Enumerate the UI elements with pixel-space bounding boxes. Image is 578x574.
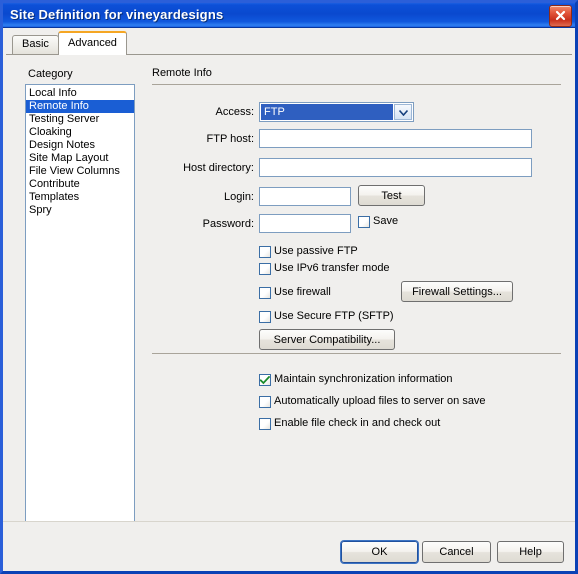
save-password-label: Save (373, 215, 399, 227)
login-label: Login: (224, 191, 254, 203)
category-item-design-notes[interactable]: Design Notes (26, 139, 134, 152)
firewall-settings-button[interactable]: Firewall Settings... (401, 281, 513, 302)
checkbox-box (259, 263, 271, 275)
check-in-out-label: Enable file check in and check out (274, 417, 441, 429)
category-item-spry[interactable]: Spry (26, 204, 134, 217)
login-input[interactable] (259, 187, 351, 206)
dialog-footer: OK Cancel Help (3, 522, 575, 571)
ftp-host-input[interactable] (259, 129, 532, 148)
title-bar[interactable]: Site Definition for vineyardesigns (3, 3, 575, 28)
checkbox-box (259, 246, 271, 258)
category-list[interactable]: Local Info Remote Info Testing Server Cl… (25, 84, 135, 547)
category-item-testing-server[interactable]: Testing Server (26, 113, 134, 126)
password-input[interactable] (259, 214, 351, 233)
close-x-icon (555, 10, 566, 21)
section-divider-2 (152, 353, 561, 354)
cancel-button[interactable]: Cancel (422, 541, 491, 563)
checkbox-box (259, 311, 271, 323)
category-item-cloaking[interactable]: Cloaking (26, 126, 134, 139)
use-firewall-label: Use firewall (274, 286, 331, 298)
category-item-contribute[interactable]: Contribute (26, 178, 134, 191)
checkbox-box (259, 396, 271, 408)
help-button[interactable]: Help (497, 541, 564, 563)
checkbox-box (259, 374, 271, 386)
access-label: Access: (215, 106, 254, 118)
tab-basic-label: Basic (22, 38, 49, 50)
window-title: Site Definition for vineyardesigns (10, 7, 224, 22)
dialog-panel: Category Local Info Remote Info Testing … (6, 54, 572, 547)
category-heading: Category (28, 68, 73, 80)
auto-upload-label: Automatically upload files to server on … (274, 395, 486, 407)
use-ipv6-label: Use IPv6 transfer mode (274, 262, 390, 274)
chevron-down-glyph (398, 110, 408, 116)
tab-basic[interactable]: Basic (12, 35, 59, 54)
site-definition-dialog: Site Definition for vineyardesigns Basic… (0, 0, 578, 574)
checkmark-icon (260, 376, 270, 385)
close-icon[interactable] (549, 5, 572, 27)
password-label: Password: (202, 218, 254, 230)
test-button[interactable]: Test (358, 185, 425, 206)
ftp-host-label: FTP host: (206, 133, 254, 145)
category-item-file-view-columns[interactable]: File View Columns (26, 165, 134, 178)
server-compatibility-button[interactable]: Server Compatibility... (259, 329, 395, 350)
checkbox-box (259, 418, 271, 430)
tab-advanced[interactable]: Advanced (58, 31, 127, 55)
section-title: Remote Info (152, 67, 212, 79)
checkbox-box (358, 216, 370, 228)
category-item-site-map-layout[interactable]: Site Map Layout (26, 152, 134, 165)
category-item-local-info[interactable]: Local Info (26, 87, 134, 100)
maintain-sync-label: Maintain synchronization information (274, 373, 453, 385)
remote-info-form: Remote Info Access: FTP FTP host: Host d… (147, 55, 567, 522)
host-directory-input[interactable] (259, 158, 532, 177)
section-divider (152, 84, 561, 85)
access-select-value: FTP (261, 104, 393, 120)
access-select[interactable]: FTP (259, 102, 414, 122)
host-directory-label: Host directory: (183, 162, 254, 174)
checkbox-box (259, 287, 271, 299)
use-passive-ftp-label: Use passive FTP (274, 245, 358, 257)
category-item-remote-info[interactable]: Remote Info (26, 100, 134, 113)
chevron-down-icon[interactable] (394, 104, 412, 120)
category-item-templates[interactable]: Templates (26, 191, 134, 204)
tab-advanced-label: Advanced (68, 37, 117, 49)
tab-strip: Basic Advanced (6, 31, 572, 55)
use-sftp-label: Use Secure FTP (SFTP) (274, 310, 394, 322)
ok-button[interactable]: OK (341, 541, 418, 563)
